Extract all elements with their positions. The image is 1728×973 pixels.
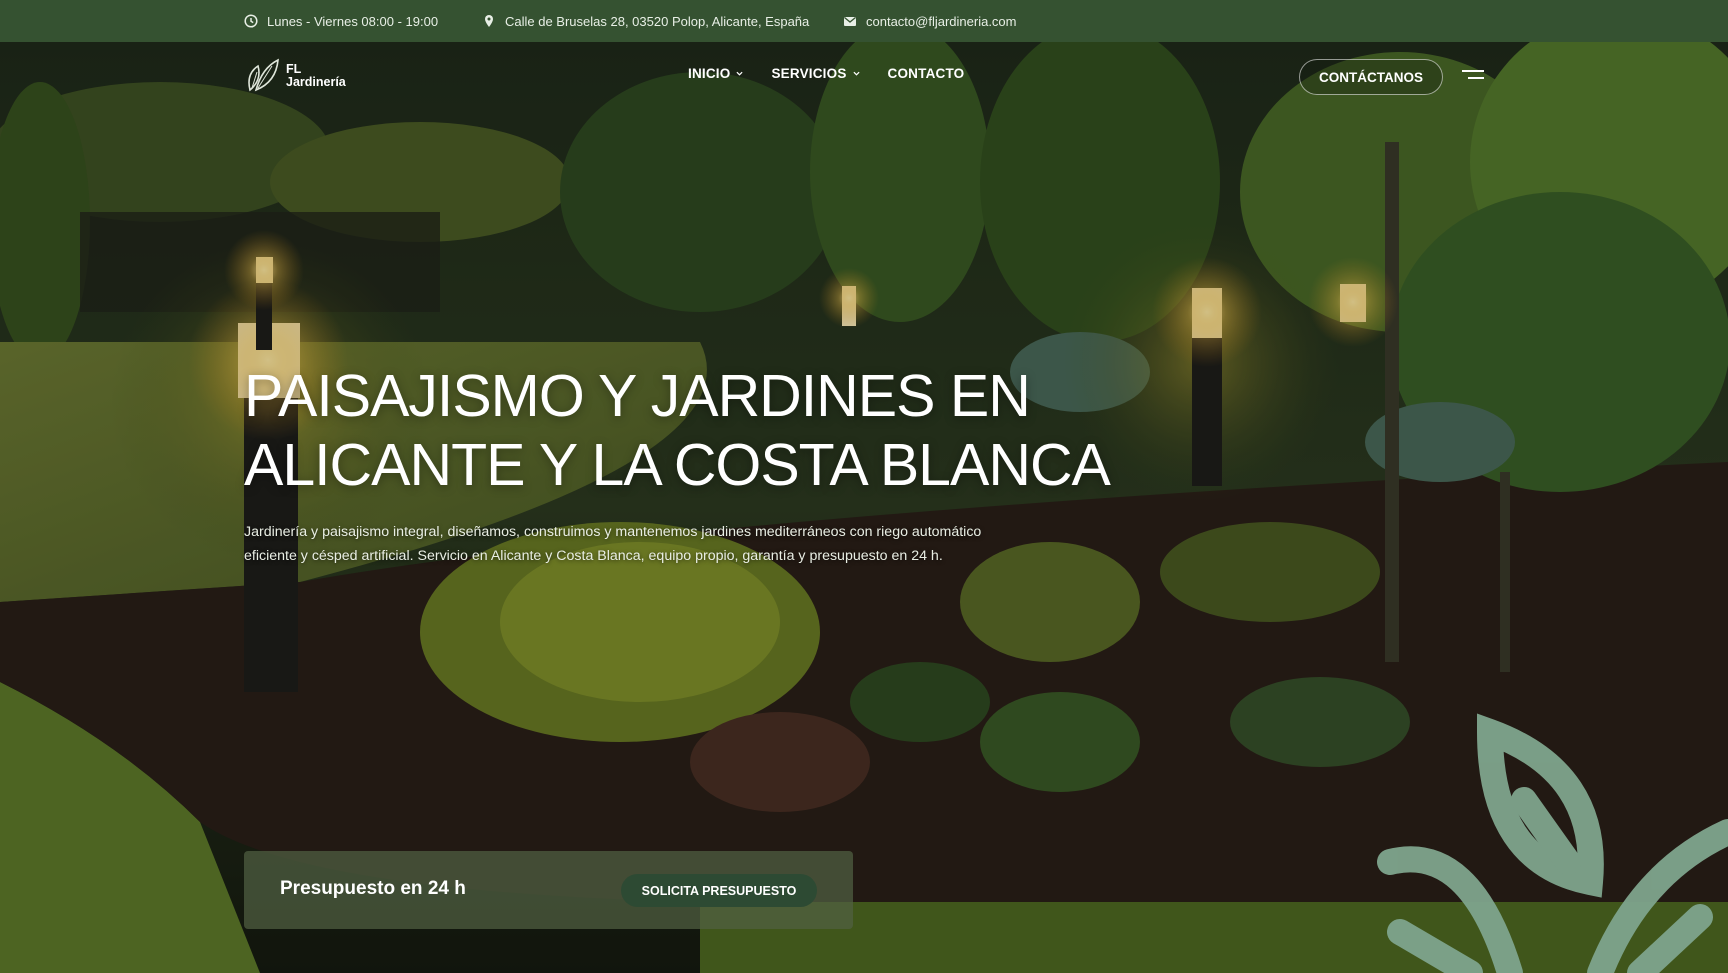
- nav-item-contacto[interactable]: CONTACTO: [888, 66, 965, 81]
- logo-line-2: Jardinería: [286, 75, 346, 89]
- email-text[interactable]: contacto@fljardineria.com: [866, 14, 1016, 29]
- site-logo[interactable]: FL Jardinería: [244, 58, 346, 94]
- nav-item-label: INICIO: [688, 66, 731, 81]
- address: Calle de Bruselas 28, 03520 Polop, Alica…: [482, 0, 809, 42]
- main-navigation: INICIO SERVICIOS CONTACTO: [688, 66, 964, 81]
- hero-subtitle-line-1: Jardinería y paisajismo integral, diseña…: [244, 524, 982, 540]
- nav-item-inicio[interactable]: INICIO: [688, 66, 744, 81]
- nav-item-servicios[interactable]: SERVICIOS: [771, 66, 860, 81]
- garden-background-image: [0, 42, 1728, 973]
- opening-hours-text: Lunes - Viernes 08:00 - 19:00: [267, 13, 439, 29]
- mail-icon: [844, 16, 856, 26]
- hero-section: [0, 42, 1728, 973]
- hero-headline: PAISAJISMO Y JARDINES EN ALICANTE Y LA C…: [244, 362, 1144, 500]
- hero-subtitle: Jardinería y paisajismo integral, diseña…: [244, 520, 1034, 568]
- contact-us-button[interactable]: CONTÁCTANOS: [1299, 59, 1443, 95]
- nav-item-label: SERVICIOS: [771, 66, 847, 81]
- request-quote-button[interactable]: SOLICITA PRESUPUESTO: [621, 874, 817, 907]
- leaf-logo-icon: [248, 58, 279, 92]
- map-pin-icon: [485, 15, 493, 27]
- quote-card-title: Presupuesto en 24 h: [280, 878, 466, 899]
- hero-subtitle-line-2: eficiente y césped artificial. Servicio …: [244, 548, 943, 564]
- chevron-down-icon: [736, 71, 744, 76]
- email-link[interactable]: contacto@fljardineria.com: [843, 0, 1016, 42]
- hero-headline-line-2: ALICANTE Y LA COSTA BLANCA: [244, 432, 1111, 498]
- hero-headline-line-1: PAISAJISMO Y JARDINES EN: [244, 363, 1031, 429]
- quote-card: Presupuesto en 24 h SOLICITA PRESUPUESTO: [244, 851, 853, 929]
- opening-hours: Lunes - Viernes 08:00 - 19:00: [244, 0, 438, 42]
- logo-text: FL Jardinería: [286, 63, 346, 89]
- clock-icon: [244, 14, 258, 28]
- nav-item-label: CONTACTO: [887, 66, 965, 81]
- address-text: Calle de Bruselas 28, 03520 Polop, Alica…: [505, 13, 810, 29]
- top-info-bar: Lunes - Viernes 08:00 - 19:00 Calle de B…: [0, 0, 1728, 42]
- hamburger-icon[interactable]: [1462, 70, 1484, 84]
- chevron-down-icon: [852, 71, 860, 76]
